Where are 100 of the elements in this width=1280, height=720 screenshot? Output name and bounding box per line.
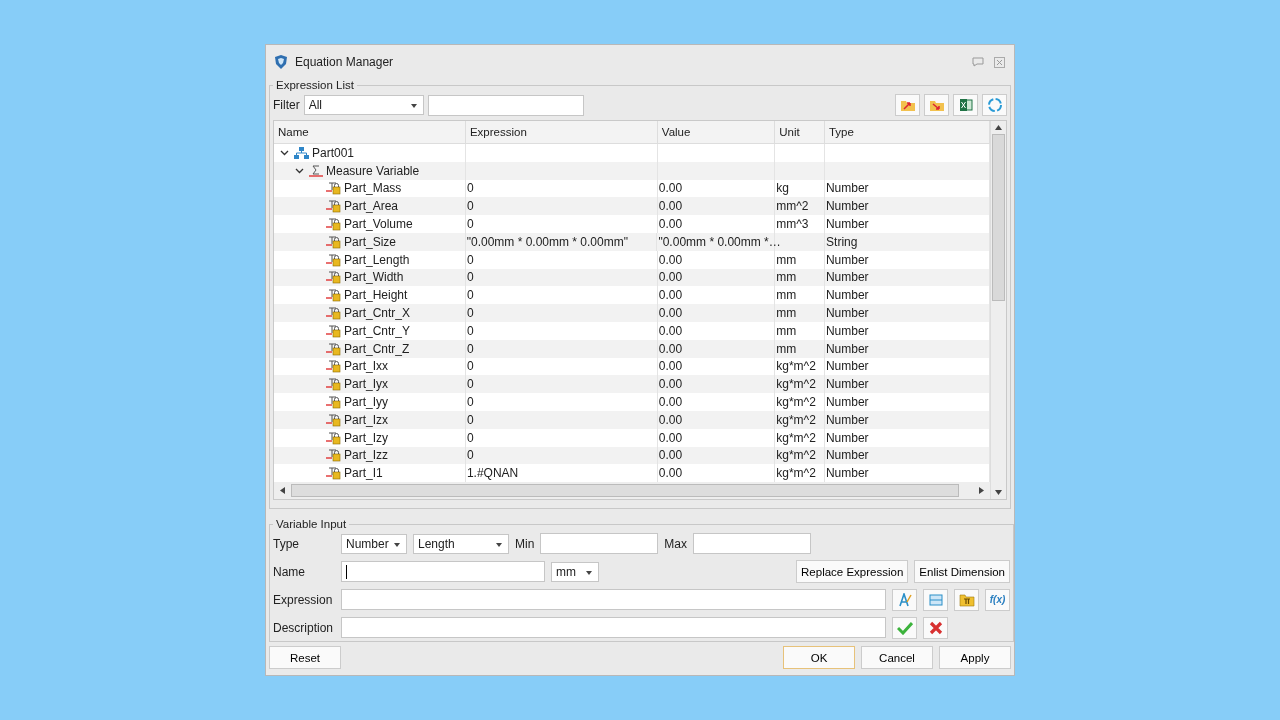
refresh-button[interactable] xyxy=(982,94,1007,116)
tree-item-label[interactable]: Part_Size xyxy=(344,234,397,249)
column-header[interactable]: Unit xyxy=(775,121,825,143)
function-button[interactable]: f(x) xyxy=(985,588,1010,611)
tree-item-label[interactable]: Part_Cntr_Y xyxy=(344,323,411,338)
tree-item-label[interactable]: Part_Volume xyxy=(344,217,413,232)
table-cell: 1.#QNAN xyxy=(466,466,519,481)
tree-item-label[interactable]: Part_Izy xyxy=(344,430,388,445)
dialog-button[interactable]: OK xyxy=(783,646,855,669)
unit-dropdown[interactable]: mm xyxy=(551,561,599,582)
accept-button[interactable] xyxy=(892,616,917,639)
dialog-button[interactable]: Apply xyxy=(939,646,1011,669)
sigma-icon xyxy=(309,164,323,177)
scroll-right-icon[interactable] xyxy=(979,487,984,495)
tree-item-label[interactable]: Part_Ixx xyxy=(344,359,388,374)
table-cell: 0.00 xyxy=(658,448,683,463)
description-field[interactable] xyxy=(341,617,886,638)
pi-folder-icon xyxy=(958,592,975,607)
table-cell: 0.00 xyxy=(658,430,683,445)
tree-item-label[interactable]: Part_Area xyxy=(344,199,399,214)
folder-icon xyxy=(928,98,945,112)
chevron-down-icon[interactable] xyxy=(280,148,289,158)
table-cell: Number xyxy=(825,181,869,196)
scroll-down-icon[interactable] xyxy=(995,490,1002,496)
ruler-icon xyxy=(928,592,943,607)
chat-icon[interactable] xyxy=(972,57,984,67)
window-title: Equation Manager xyxy=(295,55,394,69)
table-cell: 0.00 xyxy=(658,217,683,232)
min-field[interactable] xyxy=(540,533,659,554)
min-label: Min xyxy=(515,536,535,551)
enlist-dimension-button[interactable]: Enlist Dimension xyxy=(914,560,1010,583)
locked-variable-icon xyxy=(326,252,341,267)
open-folder-button[interactable] xyxy=(895,94,920,116)
table-cell: mm xyxy=(776,306,797,321)
close-icon[interactable] xyxy=(994,56,1005,68)
tree-item-label[interactable]: Part_Width xyxy=(344,270,404,285)
measure-button[interactable] xyxy=(923,588,948,611)
tree-item-label[interactable]: Part_I1 xyxy=(344,466,383,481)
tree-item-label[interactable]: Part_Cntr_X xyxy=(344,306,411,321)
tree-item-label[interactable]: Part_Iyx xyxy=(344,377,388,392)
chevron-down-icon[interactable] xyxy=(295,166,304,176)
locked-variable-icon xyxy=(326,412,341,427)
locked-variable-icon xyxy=(326,430,341,445)
expression-field[interactable] xyxy=(341,589,886,610)
category-dropdown[interactable]: Length xyxy=(413,533,509,554)
table-cell: mm^3 xyxy=(776,217,809,232)
name-field[interactable] xyxy=(341,561,545,582)
table-cell: Number xyxy=(825,430,869,445)
filter-dropdown[interactable]: All xyxy=(303,95,424,115)
table-cell: 0.00 xyxy=(658,288,683,303)
dialog-button[interactable]: Cancel xyxy=(861,646,933,669)
scroll-up-icon[interactable] xyxy=(995,125,1002,130)
column-header[interactable]: Expression xyxy=(465,121,658,143)
table-cell: mm xyxy=(776,270,797,285)
tree-item-label[interactable]: Part_Izx xyxy=(344,412,388,427)
column-header[interactable]: Name xyxy=(274,121,466,143)
table-cell: mm xyxy=(776,288,797,303)
tree-item-label[interactable]: Part_Mass xyxy=(344,181,402,196)
max-field[interactable] xyxy=(693,533,811,554)
column-header[interactable]: Value xyxy=(657,121,776,143)
table-cell: kg*m^2 xyxy=(776,448,816,463)
locked-variable-icon xyxy=(326,395,341,410)
tree-item-label[interactable]: Part001 xyxy=(312,145,355,160)
table-cell: 0 xyxy=(466,377,474,392)
tree-item-label[interactable]: Part_Height xyxy=(344,288,408,303)
vertical-scrollbar[interactable] xyxy=(990,121,1006,500)
spreadsheet-button[interactable] xyxy=(953,94,978,116)
text-style-button[interactable] xyxy=(892,588,917,611)
table-cell: Number xyxy=(825,466,869,481)
table-cell: kg*m^2 xyxy=(776,395,816,410)
locked-variable-icon xyxy=(326,306,341,321)
table-cell: 0 xyxy=(466,306,474,321)
table-cell: 0 xyxy=(466,448,474,463)
table-cell: mm xyxy=(776,323,797,338)
expression-label: Expression xyxy=(273,592,334,607)
reject-button[interactable] xyxy=(923,616,948,639)
dialog-button[interactable]: Reset xyxy=(269,646,341,669)
panel-title: Expression List xyxy=(275,79,355,91)
tree-item-label[interactable]: Part_Cntr_Z xyxy=(344,341,410,356)
filter-field[interactable] xyxy=(427,94,584,116)
folder-icon xyxy=(899,98,916,112)
table-cell: 0 xyxy=(466,341,474,356)
scroll-left-icon[interactable] xyxy=(280,487,285,495)
caret-icon xyxy=(394,542,400,547)
locked-variable-icon xyxy=(326,359,341,374)
tree-item-label[interactable]: Measure Variable xyxy=(326,163,420,178)
close-icon xyxy=(928,620,943,635)
tree-item-label[interactable]: Part_Length xyxy=(344,252,410,267)
table-cell: 0.00 xyxy=(658,181,683,196)
type-dropdown[interactable]: Number xyxy=(341,533,407,554)
table-cell: 0.00 xyxy=(658,377,683,392)
export-folder-button[interactable] xyxy=(924,94,949,116)
tree-item-label[interactable]: Part_Iyy xyxy=(344,395,388,410)
app-logo-icon xyxy=(273,54,289,70)
replace-expression-button[interactable]: Replace Expression xyxy=(796,560,909,583)
horizontal-scrollbar[interactable] xyxy=(274,482,990,500)
constant-button[interactable] xyxy=(954,588,979,611)
tree-item-label[interactable]: Part_Izz xyxy=(344,448,388,463)
locked-variable-icon xyxy=(326,323,341,338)
table-cell: 0 xyxy=(466,430,474,445)
